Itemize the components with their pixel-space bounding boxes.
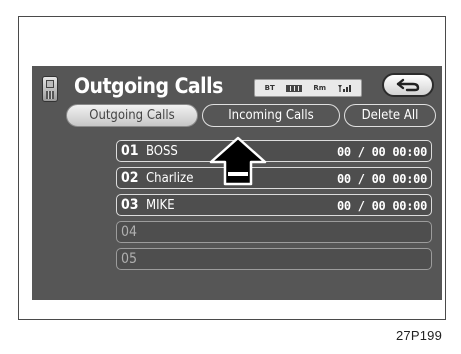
- figure-id-label: 27P199: [396, 328, 443, 343]
- delete-all-button[interactable]: Delete All: [344, 104, 436, 127]
- phone-status-indicators: BT Rm: [254, 79, 362, 97]
- entry-number: 05: [121, 251, 138, 267]
- cell-phone-icon: [42, 76, 58, 102]
- pointer-arrow-icon: [209, 136, 267, 186]
- entry-number: 04: [121, 224, 138, 240]
- tab-incoming-calls[interactable]: Incoming Calls: [202, 104, 340, 127]
- empty-call-entry-row: 05: [116, 248, 432, 270]
- empty-call-entry-row: 04: [116, 221, 432, 243]
- back-arrow-icon: [396, 78, 420, 92]
- page-title: Outgoing Calls: [74, 74, 223, 98]
- phone-keypad-icon-part: [46, 91, 54, 99]
- tab-outgoing-calls[interactable]: Outgoing Calls: [66, 104, 198, 127]
- signal-strength-icon: [337, 84, 352, 93]
- call-entry-row[interactable]: 01 BOSS 00 / 00 00:00: [116, 140, 432, 162]
- call-entry-row[interactable]: 02 Charlize 00 / 00 00:00: [116, 167, 432, 189]
- contact-name: MIKE: [146, 198, 175, 213]
- call-history-list: 01 BOSS 00 / 00 00:00 02 Charlize 00 / 0…: [116, 140, 434, 275]
- contact-name: Charlize: [146, 171, 194, 186]
- battery-icon: [286, 84, 303, 92]
- phone-screen-icon-part: [46, 80, 54, 88]
- call-entry-row[interactable]: 03 MIKE 00 / 00 00:00: [116, 194, 432, 216]
- call-timestamp: 00 / 00 00:00: [336, 145, 427, 159]
- call-timestamp: 00 / 00 00:00: [336, 172, 427, 186]
- roaming-icon: Rm: [313, 83, 327, 92]
- call-list-tabs: Outgoing Calls Incoming Calls Delete All: [32, 104, 442, 130]
- contact-name: BOSS: [146, 144, 178, 159]
- manual-figure: Outgoing Calls BT Rm Outgoing Calls Inco…: [0, 0, 461, 354]
- entry-number: 01: [121, 143, 139, 159]
- back-button[interactable]: [382, 73, 434, 97]
- entry-number: 03: [121, 197, 139, 213]
- call-timestamp: 00 / 00 00:00: [336, 199, 427, 213]
- entry-number: 02: [121, 170, 139, 186]
- bluetooth-icon: BT: [264, 83, 275, 92]
